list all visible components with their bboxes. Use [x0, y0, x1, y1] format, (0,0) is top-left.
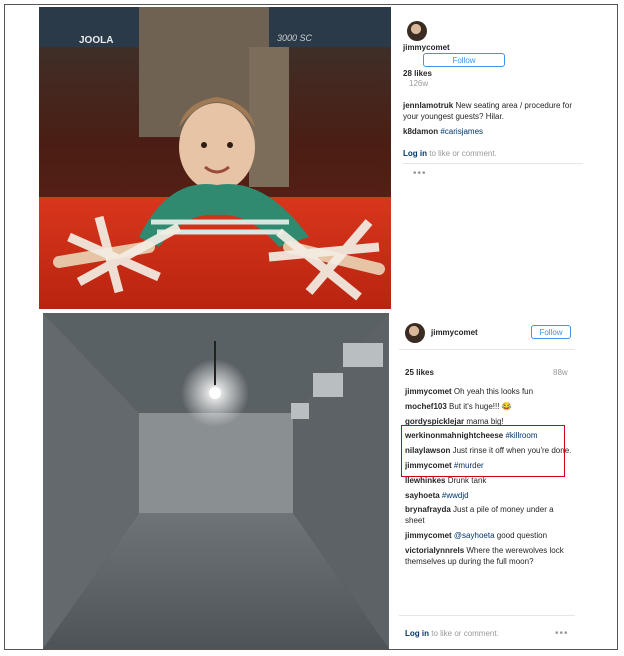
comments-list: jimmycomet Oh yeah this looks fun mochef… [405, 387, 573, 571]
comment-text: good question [496, 530, 548, 540]
likes-count[interactable]: 25 likes [405, 368, 434, 379]
comment-user[interactable]: mochef103 [405, 402, 447, 411]
post-photo-empty-room [43, 313, 389, 649]
screenshot-frame: JOOLA 3000 SC jimmycomet Follow 28 likes… [4, 4, 618, 650]
comment: llewhinkes Drunk tank [405, 476, 573, 487]
comment-user[interactable]: k8damon [403, 127, 438, 136]
login-prompt-text: to like or comment. [431, 629, 499, 638]
instagram-post-2: jimmycomet Follow 25 likes 88w jimmycome… [43, 313, 624, 655]
post-age: 126w [409, 79, 429, 88]
comment: jimmycomet Oh yeah this looks fun [405, 387, 573, 398]
comment-user[interactable]: victorialynnrels [405, 546, 464, 555]
table-model-text: 3000 SC [277, 33, 313, 43]
comment-user[interactable]: llewhinkes [405, 476, 445, 485]
comment-user[interactable]: jennlamotruk [403, 101, 453, 110]
avatar[interactable] [405, 323, 425, 343]
comment: mochef103 But it's huge!!! 😂 [405, 402, 573, 413]
login-prompt: Log in to like or comment. [403, 149, 497, 160]
mention-link[interactable]: @sayhoeta [454, 531, 495, 540]
login-link[interactable]: Log in [403, 149, 427, 158]
comment: k8damon #carisjames [403, 127, 583, 138]
hashtag-link[interactable]: #wwdjd [442, 491, 469, 500]
comment-user[interactable]: jimmycomet [405, 531, 452, 540]
comment: jimmycomet @sayhoeta good question [405, 531, 573, 542]
avatar[interactable] [407, 21, 427, 41]
post-2-sidebar: jimmycomet Follow 25 likes 88w jimmycome… [399, 313, 579, 649]
more-options-icon[interactable]: ••• [413, 167, 427, 181]
login-prompt: Log in to like or comment. [405, 629, 499, 640]
post-age: 88w [553, 368, 568, 377]
room-photo-illustration [43, 313, 389, 649]
comment-text: Oh yeah this looks fun [453, 387, 534, 396]
post-1-sidebar: jimmycomet Follow 28 likes 126w jennlamo… [403, 7, 593, 309]
comment: victorialynnrels Where the werewolves lo… [405, 546, 573, 568]
login-link[interactable]: Log in [405, 629, 429, 638]
comments-list: jennlamotruk New seating area / procedur… [403, 101, 583, 141]
comment: jennlamotruk New seating area / procedur… [403, 101, 583, 123]
divider [403, 163, 583, 164]
post-username[interactable]: jimmycomet [431, 328, 478, 339]
child-photo-illustration: JOOLA 3000 SC [39, 7, 391, 309]
comment-text: But it's huge!!! 😂 [449, 401, 512, 411]
comment: sayhoeta #wwdjd [405, 491, 573, 502]
hashtag-link[interactable]: #carisjames [440, 127, 483, 136]
login-prompt-text: to like or comment. [429, 149, 497, 158]
post-photo-child-at-table: JOOLA 3000 SC [39, 7, 391, 309]
comment-text: Drunk tank [447, 475, 487, 485]
comment: brynafrayda Just a pile of money under a… [405, 505, 573, 527]
table-brand-text: JOOLA [79, 35, 113, 46]
divider [399, 615, 575, 616]
comment-user[interactable]: jimmycomet [405, 387, 452, 396]
comment-user[interactable]: sayhoeta [405, 491, 440, 500]
divider [399, 349, 575, 350]
follow-button[interactable]: Follow [531, 325, 571, 339]
comment-user[interactable]: brynafrayda [405, 505, 451, 514]
follow-button[interactable]: Follow [423, 53, 505, 67]
instagram-post-1: JOOLA 3000 SC jimmycomet Follow 28 likes… [39, 7, 624, 309]
red-highlight-box [401, 425, 565, 477]
more-options-icon[interactable]: ••• [555, 627, 569, 641]
